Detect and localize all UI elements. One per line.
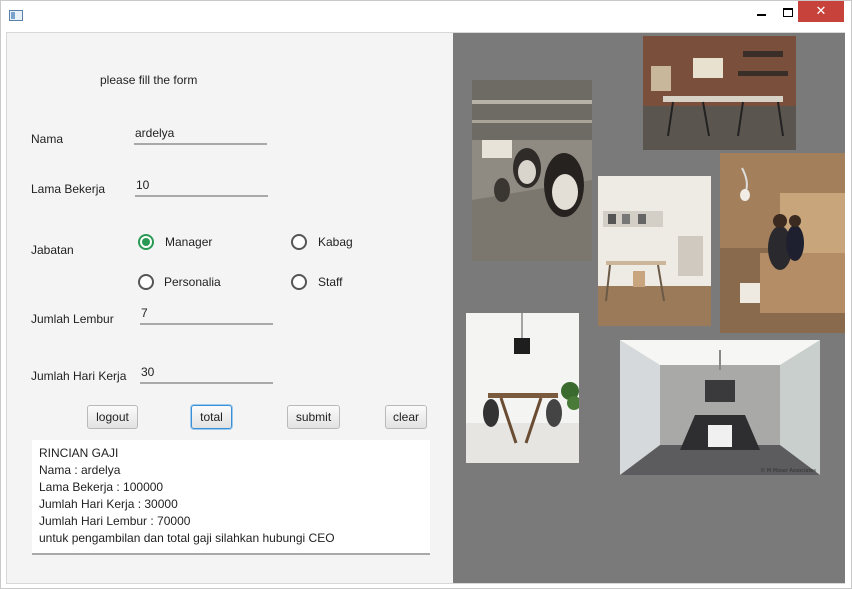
radio-kabag-label: Kabag xyxy=(318,235,353,249)
office-photo-brick-studio xyxy=(643,36,796,150)
boardroom-photo-caption: © M Moser Associates xyxy=(760,468,816,474)
office-photo-white-studio xyxy=(598,176,711,326)
salary-details-output[interactable]: RINCIAN GAJI Nama : ardelya Lama Bekerja… xyxy=(32,440,430,555)
jumlah-lembur-label: Jumlah Lembur xyxy=(31,312,114,326)
office-photo-dining-table xyxy=(466,313,579,463)
app-window: ✕ please fill the form Nama ardelya Lama… xyxy=(0,0,852,589)
form-panel: please fill the form Nama ardelya Lama B… xyxy=(7,33,453,583)
office-image-panel: © M Moser Associates xyxy=(453,33,845,583)
nama-label: Nama xyxy=(31,132,64,146)
lama-bekerja-field[interactable]: 10 xyxy=(135,177,268,197)
submit-button[interactable]: submit xyxy=(287,405,340,429)
radio-manager[interactable] xyxy=(138,234,154,250)
minimize-button[interactable] xyxy=(746,1,776,23)
radio-personalia[interactable] xyxy=(138,274,154,290)
jumlah-lembur-field[interactable]: 7 xyxy=(140,305,273,325)
output-line: Jumlah Hari Lembur : 70000 xyxy=(39,514,191,528)
radio-staff-label: Staff xyxy=(318,275,343,289)
output-line: Lama Bekerja : 100000 xyxy=(39,480,164,494)
radio-manager-label: Manager xyxy=(165,235,213,249)
jabatan-label: Jabatan xyxy=(31,243,74,257)
maximize-icon xyxy=(783,7,793,17)
radio-personalia-label: Personalia xyxy=(164,275,221,289)
lama-bekerja-label: Lama Bekerja xyxy=(31,182,106,196)
radio-staff[interactable] xyxy=(291,274,307,290)
office-photo-boardroom: © M Moser Associates xyxy=(620,340,820,475)
window-content: please fill the form Nama ardelya Lama B… xyxy=(6,32,845,584)
logout-button[interactable]: logout xyxy=(87,405,138,429)
form-heading: please fill the form xyxy=(100,73,198,87)
close-icon: ✕ xyxy=(815,4,827,19)
clear-button[interactable]: clear xyxy=(385,405,427,429)
output-line: Nama : ardelya xyxy=(39,463,121,477)
jumlah-hari-kerja-field[interactable]: 30 xyxy=(140,364,273,384)
app-window-icon xyxy=(9,10,23,21)
jumlah-hari-kerja-label: Jumlah Hari Kerja xyxy=(31,369,127,383)
nama-field[interactable]: ardelya xyxy=(134,125,267,145)
output-line: Jumlah Hari Kerja : 30000 xyxy=(39,497,178,511)
output-line: untuk pengambilan dan total gaji silahka… xyxy=(39,531,335,545)
total-button[interactable]: total xyxy=(191,405,232,429)
office-photo-egg-chairs xyxy=(472,80,592,261)
title-bar: ✕ xyxy=(1,1,851,31)
close-button[interactable]: ✕ xyxy=(798,1,844,22)
radio-kabag[interactable] xyxy=(291,234,307,250)
output-line: RINCIAN GAJI xyxy=(39,446,119,460)
office-photo-team-meeting xyxy=(720,153,845,333)
minimize-icon xyxy=(756,14,766,16)
